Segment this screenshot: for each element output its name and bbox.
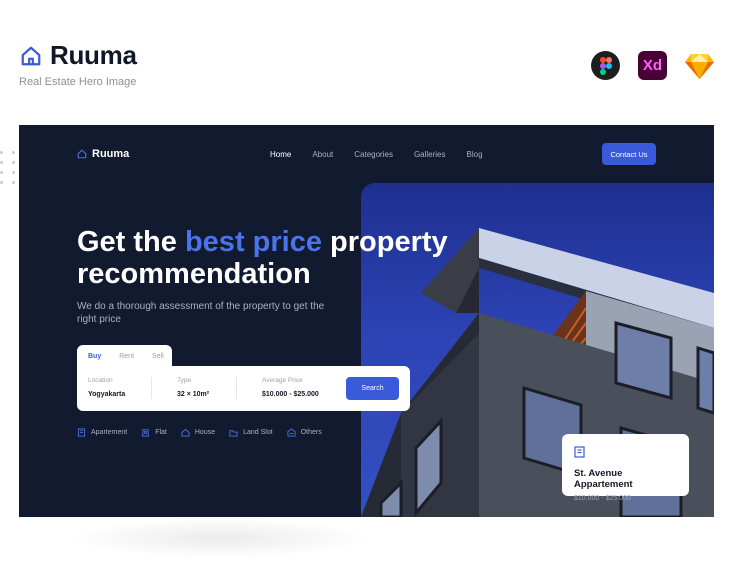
nav-link-home[interactable]: Home — [270, 150, 291, 159]
search-button[interactable]: Search — [346, 377, 399, 400]
category-label: Land Slot — [243, 429, 273, 436]
category-list: Apartement Flat House Land Slot Others — [77, 428, 322, 437]
home-icon — [21, 46, 41, 65]
home-icon — [77, 149, 87, 159]
nav-link-about[interactable]: About — [312, 150, 333, 159]
location-field[interactable]: Location Yogyakarta — [88, 377, 125, 398]
tab-buy[interactable]: Buy — [88, 353, 101, 360]
category-label: Others — [300, 429, 322, 436]
others-icon — [287, 428, 296, 437]
type-field[interactable]: Type 32 × 10m² — [177, 377, 209, 398]
nav-logo-text: Ruuma — [92, 148, 130, 160]
category-label: House — [194, 429, 216, 436]
nav-links: Home About Categories Galleries Blog — [270, 150, 483, 159]
nav-link-blog[interactable]: Blog — [467, 150, 483, 159]
headline-part1: Get the — [77, 226, 185, 258]
hero-section: Ruuma Home About Categories Galleries Bl… — [19, 125, 714, 517]
search-card: Location Yogyakarta Type 32 × 10m² Avera… — [77, 366, 410, 411]
land-icon — [229, 430, 238, 437]
location-value: Yogyakarta — [88, 391, 126, 398]
building-icon — [77, 428, 86, 437]
category-land-slot[interactable]: Land Slot — [229, 428, 273, 437]
property-card-price: $10.000 - $25.000 — [574, 495, 631, 502]
xd-icon: Xd — [638, 51, 667, 80]
brand: Ruuma — [20, 40, 137, 71]
hero-headline: Get the best price property recommendati… — [77, 226, 457, 290]
frame-shadow — [70, 518, 370, 558]
search-tabs: Buy Rent Sell — [77, 345, 172, 367]
price-label: Average Price — [262, 377, 303, 384]
category-others[interactable]: Others — [287, 428, 322, 437]
nav-link-galleries[interactable]: Galleries — [414, 150, 446, 159]
category-label: Apartement — [91, 429, 128, 436]
category-flat[interactable]: Flat — [141, 428, 167, 437]
property-card-title: St. Avenue Appartement — [574, 468, 633, 490]
location-label: Location — [88, 377, 113, 384]
property-card[interactable]: St. Avenue Appartement $10.000 - $25.000 — [562, 434, 689, 502]
category-apartement[interactable]: Apartement — [77, 428, 127, 437]
tab-sell[interactable]: Sell — [152, 353, 164, 360]
divider — [151, 377, 152, 399]
figma-icon — [591, 51, 620, 80]
type-value: 32 × 10m² — [177, 391, 210, 398]
dot-pattern — [0, 151, 18, 191]
sketch-icon — [685, 51, 714, 80]
price-value: $10.000 - $25.000 — [262, 391, 319, 398]
brand-name: Ruuma — [50, 40, 137, 70]
type-label: Type — [177, 377, 192, 384]
nav-logo[interactable]: Ruuma — [77, 148, 129, 160]
flat-icon — [142, 429, 150, 437]
price-field[interactable]: Average Price $10.000 - $25.000 — [262, 377, 319, 398]
nav-link-categories[interactable]: Categories — [354, 150, 393, 159]
divider — [236, 377, 237, 399]
brand-subtitle: Real Estate Hero Image — [19, 76, 137, 88]
hero-subtext: We do a thorough assessment of the prope… — [77, 301, 325, 325]
house-icon — [181, 428, 190, 437]
building-icon — [574, 446, 585, 458]
headline-highlight: best price — [184, 226, 322, 258]
contact-us-button[interactable]: Contact Us — [602, 143, 656, 165]
category-label: Flat — [155, 429, 167, 436]
tool-badges: Xd — [591, 51, 714, 80]
tab-rent[interactable]: Rent — [119, 353, 134, 360]
category-house[interactable]: House — [181, 428, 215, 437]
